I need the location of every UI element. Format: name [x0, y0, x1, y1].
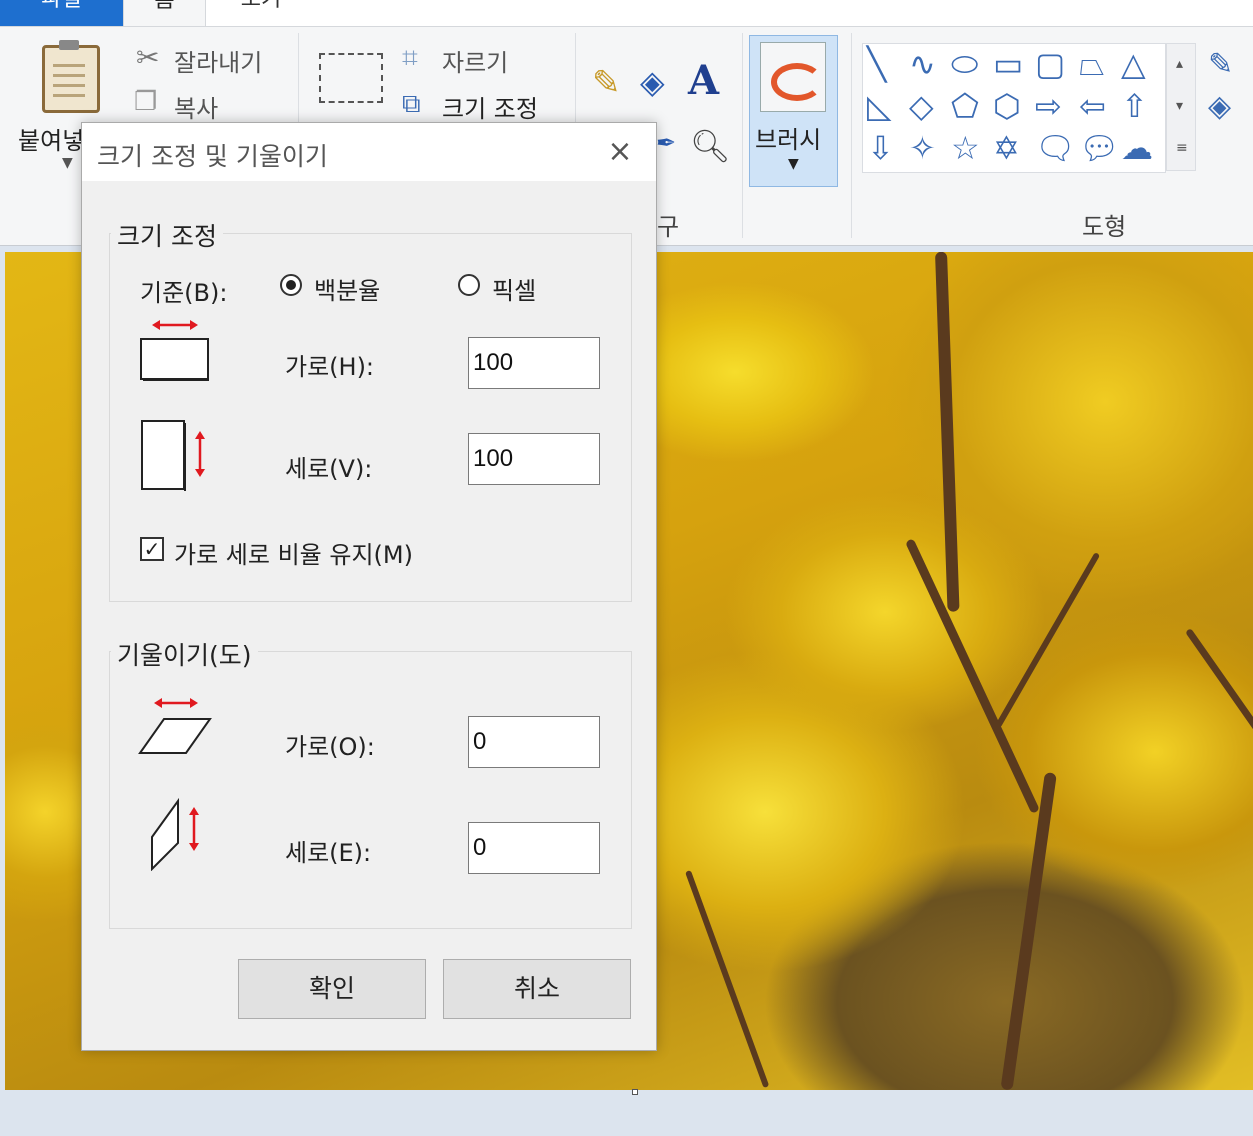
shapes-gallery: ╲ ∿ ⬭ ▭ ▢ ⏢ △ ◺ ◇ ⬠ ⬡ ⇨ ⇦ ⇧ ⇩ ✧ ☆ ✡ 🗨︎ 💬… — [862, 43, 1166, 173]
hexagon-shape-icon[interactable]: ⬡ — [993, 88, 1021, 124]
shapes-group-label: 도형 — [1082, 213, 1127, 241]
dialog-titlebar[interactable]: 크기 조정 및 기울이기 × — [82, 123, 656, 181]
rounded-rectangle-shape-icon[interactable]: ▢ — [1035, 46, 1065, 82]
right-arrow-shape-icon[interactable]: ⇨ — [1035, 88, 1062, 124]
horizontal-resize-input[interactable] — [468, 337, 600, 389]
skew-horizontal-label: 가로(O): — [285, 733, 375, 761]
resize-icon: ⧉ — [402, 89, 421, 119]
tab-file[interactable]: 파일 — [0, 0, 123, 26]
five-point-star-shape-icon[interactable]: ☆ — [951, 130, 980, 166]
up-arrow-shape-icon[interactable]: ⇧ — [1121, 88, 1148, 124]
percent-radio-label[interactable]: 백분율 — [314, 271, 380, 306]
right-triangle-shape-icon[interactable]: ◺ — [867, 88, 892, 124]
shape-fill-icon[interactable]: ◈ — [1208, 89, 1231, 124]
six-point-star-shape-icon[interactable]: ✡ — [993, 130, 1020, 166]
resize-skew-dialog: 크기 조정 및 기울이기 × 크기 조정 기준(B): 백분율 픽셀 가로(H)… — [81, 122, 657, 1051]
clipboard-icon[interactable] — [42, 40, 100, 113]
ribbon-tabbar: 파일 홈 보기 — [0, 0, 1253, 26]
vertical-resize-icon — [141, 420, 205, 491]
keep-ratio-label[interactable]: 가로 세로 비율 유지(M) — [174, 535, 413, 570]
color-picker-icon[interactable]: ✒ — [656, 129, 676, 157]
brush-button[interactable]: 브러시 ▼ — [749, 35, 838, 187]
skew-group-label: 기울이기(도) — [111, 636, 258, 672]
cut-button[interactable]: 잘라내기 — [174, 43, 262, 78]
vertical-skew-icon — [151, 797, 199, 871]
cut-icon: ✂ — [136, 41, 160, 74]
brush-label: 브러시 — [755, 126, 822, 154]
basis-label: 기준(B): — [140, 279, 228, 307]
paste-button[interactable]: 붙여넣 — [18, 121, 84, 156]
tab-view[interactable]: 보기 — [206, 0, 316, 26]
down-arrow-shape-icon[interactable]: ⇩ — [867, 130, 894, 166]
more-shapes-icon[interactable]: ≡ — [1176, 140, 1188, 156]
tools-group-label: 구 — [657, 213, 680, 241]
pentagon-shape-icon[interactable]: ⬠ — [951, 88, 979, 124]
rect-callout-shape-icon[interactable]: 🗨︎ — [1035, 130, 1076, 166]
resize-button[interactable]: 크기 조정 — [442, 89, 538, 124]
pencil-icon[interactable]: ✎ — [592, 63, 621, 103]
skew-vertical-input[interactable] — [468, 822, 600, 874]
shapes-scrollbar[interactable]: ▴ ▾ ≡ — [1166, 43, 1196, 171]
ok-button[interactable]: 확인 — [238, 959, 426, 1019]
select-icon[interactable] — [319, 53, 383, 103]
cancel-button[interactable]: 취소 — [443, 959, 631, 1019]
line-shape-icon[interactable]: ╲ — [867, 46, 886, 82]
cloud-callout-shape-icon[interactable]: ☁ — [1121, 130, 1153, 166]
curve-shape-icon[interactable]: ∿ — [909, 46, 936, 82]
percent-radio[interactable] — [280, 274, 302, 296]
crop-icon: ⌗ — [402, 41, 418, 74]
close-icon[interactable]: × — [598, 131, 642, 173]
brush-icon — [760, 42, 826, 112]
four-point-star-shape-icon[interactable]: ✧ — [909, 130, 936, 166]
brush-dropdown-icon: ▼ — [788, 156, 799, 172]
canvas-resize-handle[interactable] — [632, 1089, 638, 1095]
diamond-shape-icon[interactable]: ◇ — [909, 88, 934, 124]
skew-group — [109, 651, 632, 929]
polygon-shape-icon[interactable]: ⏢ — [1079, 46, 1105, 82]
left-arrow-shape-icon[interactable]: ⇦ — [1079, 88, 1106, 124]
keep-ratio-checkbox[interactable]: ✓ — [140, 537, 164, 561]
paste-dropdown-icon[interactable]: ▼ — [62, 155, 73, 171]
horizontal-label: 가로(H): — [285, 353, 375, 381]
oval-callout-shape-icon[interactable]: 💬︎ — [1079, 130, 1120, 166]
pixel-radio[interactable] — [458, 274, 480, 296]
scroll-down-icon[interactable]: ▾ — [1176, 98, 1183, 114]
copy-icon: ❐ — [134, 87, 158, 117]
magnifier-icon[interactable]: 🔍︎ — [690, 127, 731, 165]
oval-shape-icon[interactable]: ⬭ — [951, 46, 978, 82]
horizontal-skew-icon — [138, 698, 212, 754]
fill-icon[interactable]: ◈ — [640, 63, 665, 101]
skew-vertical-label: 세로(E): — [285, 839, 372, 867]
dialog-title: 크기 조정 및 기울이기 — [97, 142, 328, 171]
outline-icon[interactable]: ✎ — [1208, 47, 1233, 82]
copy-button[interactable]: 복사 — [174, 89, 218, 124]
crop-button[interactable]: 자르기 — [442, 43, 508, 78]
pixel-radio-label[interactable]: 픽셀 — [492, 271, 536, 306]
resize-group-label: 크기 조정 — [111, 217, 223, 253]
text-icon[interactable]: A — [688, 57, 719, 104]
scroll-up-icon[interactable]: ▴ — [1176, 56, 1183, 72]
tab-home[interactable]: 홈 — [123, 0, 206, 26]
vertical-resize-input[interactable] — [468, 433, 600, 485]
skew-horizontal-input[interactable] — [468, 716, 600, 768]
triangle-shape-icon[interactable]: △ — [1121, 46, 1146, 82]
rectangle-shape-icon[interactable]: ▭ — [993, 46, 1023, 82]
vertical-label: 세로(V): — [285, 455, 373, 483]
horizontal-resize-icon — [140, 320, 209, 381]
